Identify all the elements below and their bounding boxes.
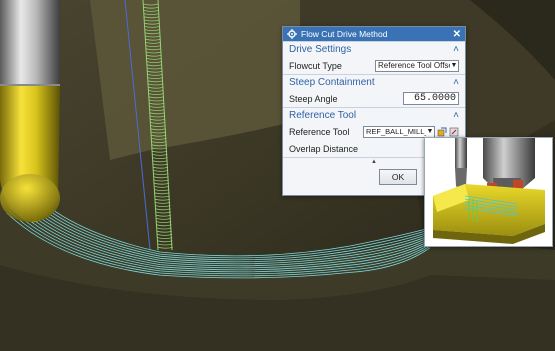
steep-containment-title: Steep Containment [289, 77, 375, 88]
reference-tool-select[interactable]: REF_BALL_MILL_12 ▼ [363, 125, 435, 138]
reference-tool-value: REF_BALL_MILL_12 [366, 127, 426, 136]
steep-containment-header[interactable]: Steep Containment ˄ [283, 74, 465, 90]
overlap-distance-label: Overlap Distance [289, 143, 359, 154]
drive-settings-title: Drive Settings [289, 44, 352, 55]
steep-angle-input[interactable]: 65.0000 [403, 92, 459, 105]
expand-arrow-icon[interactable]: ▲ [371, 159, 377, 165]
steep-angle-label: Steep Angle [289, 93, 338, 104]
reference-tool-label: Reference Tool [289, 126, 350, 137]
flowcut-type-value: Reference Tool Offset [378, 61, 450, 70]
ok-button[interactable]: OK [379, 169, 417, 185]
reference-tool-header[interactable]: Reference Tool ˄ [283, 107, 465, 123]
gear-icon [287, 29, 297, 39]
collapse-chevron-icon[interactable]: ˄ [453, 44, 459, 55]
drive-settings-header[interactable]: Drive Settings ˄ [283, 41, 465, 57]
dialog-title: Flow Cut Drive Method [301, 29, 388, 39]
preview-illustration [425, 138, 552, 246]
dialog-titlebar[interactable]: Flow Cut Drive Method ✕ [283, 27, 465, 41]
reference-tool-title: Reference Tool [289, 110, 357, 121]
collapse-chevron-icon[interactable]: ˄ [453, 77, 459, 88]
reference-tool-controls: REF_BALL_MILL_12 ▼ [363, 125, 459, 138]
reference-tool-edit-icon[interactable] [449, 126, 459, 137]
flowcut-type-label: Flowcut Type [289, 60, 342, 71]
dropdown-arrow-icon: ▼ [450, 62, 458, 69]
steep-angle-row: Steep Angle 65.0000 [283, 90, 465, 107]
reference-tool-pick-icon[interactable] [437, 126, 447, 137]
reference-tool-preview-image [424, 137, 553, 247]
flowcut-type-row: Flowcut Type Reference Tool Offset ▼ [283, 57, 465, 74]
dropdown-arrow-icon: ▼ [426, 128, 434, 135]
close-icon[interactable]: ✕ [453, 29, 461, 40]
collapse-chevron-icon[interactable]: ˄ [453, 110, 459, 121]
flowcut-type-select[interactable]: Reference Tool Offset ▼ [375, 59, 459, 72]
